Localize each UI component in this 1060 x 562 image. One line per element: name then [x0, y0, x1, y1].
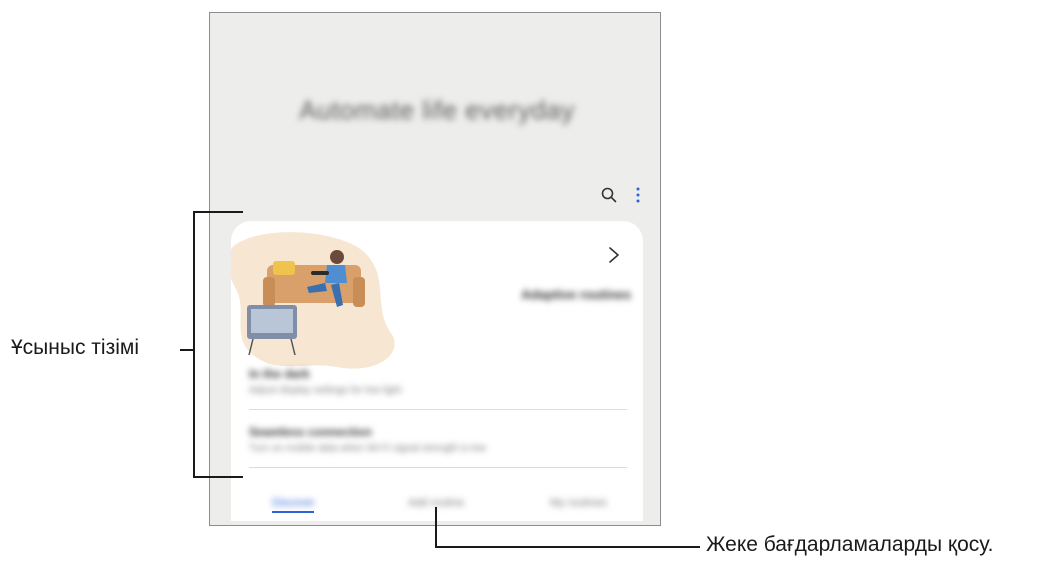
recommendation-list: Adaptive routines In the dark Adjust dis…: [231, 221, 643, 521]
more-options-icon[interactable]: [628, 185, 648, 205]
list-item[interactable]: Seamless connection Turn on mobile data …: [249, 425, 627, 454]
list-item[interactable]: In the dark Adjust display settings for …: [249, 367, 627, 396]
divider: [249, 409, 627, 410]
list-item-subtitle: Turn on mobile data when Wi-Fi signal st…: [249, 443, 486, 454]
tab-discover[interactable]: Discover: [272, 497, 315, 509]
tab-active-indicator: [272, 511, 314, 513]
page-title: Automate life everyday: [299, 95, 575, 125]
callout-recommendation-list: Ұсыныс тізімі: [11, 336, 139, 359]
list-item-title: In the dark: [249, 367, 310, 381]
hero-card-title: Adaptive routines: [521, 287, 631, 302]
phone-screen: Automate life everyday Adaptive routines…: [209, 12, 661, 526]
tab-my-routines[interactable]: My routines: [550, 497, 607, 509]
search-icon[interactable]: [599, 185, 619, 205]
list-item-subtitle: Adjust display settings for low light: [249, 385, 402, 396]
person-on-sofa-illustration: [231, 232, 395, 369]
callout-add-routine: Жеке бағдарламаларды қосу.: [706, 533, 994, 556]
list-item-title: Seamless connection: [249, 425, 372, 439]
chevron-right-icon[interactable]: [607, 245, 621, 265]
divider: [249, 467, 627, 468]
